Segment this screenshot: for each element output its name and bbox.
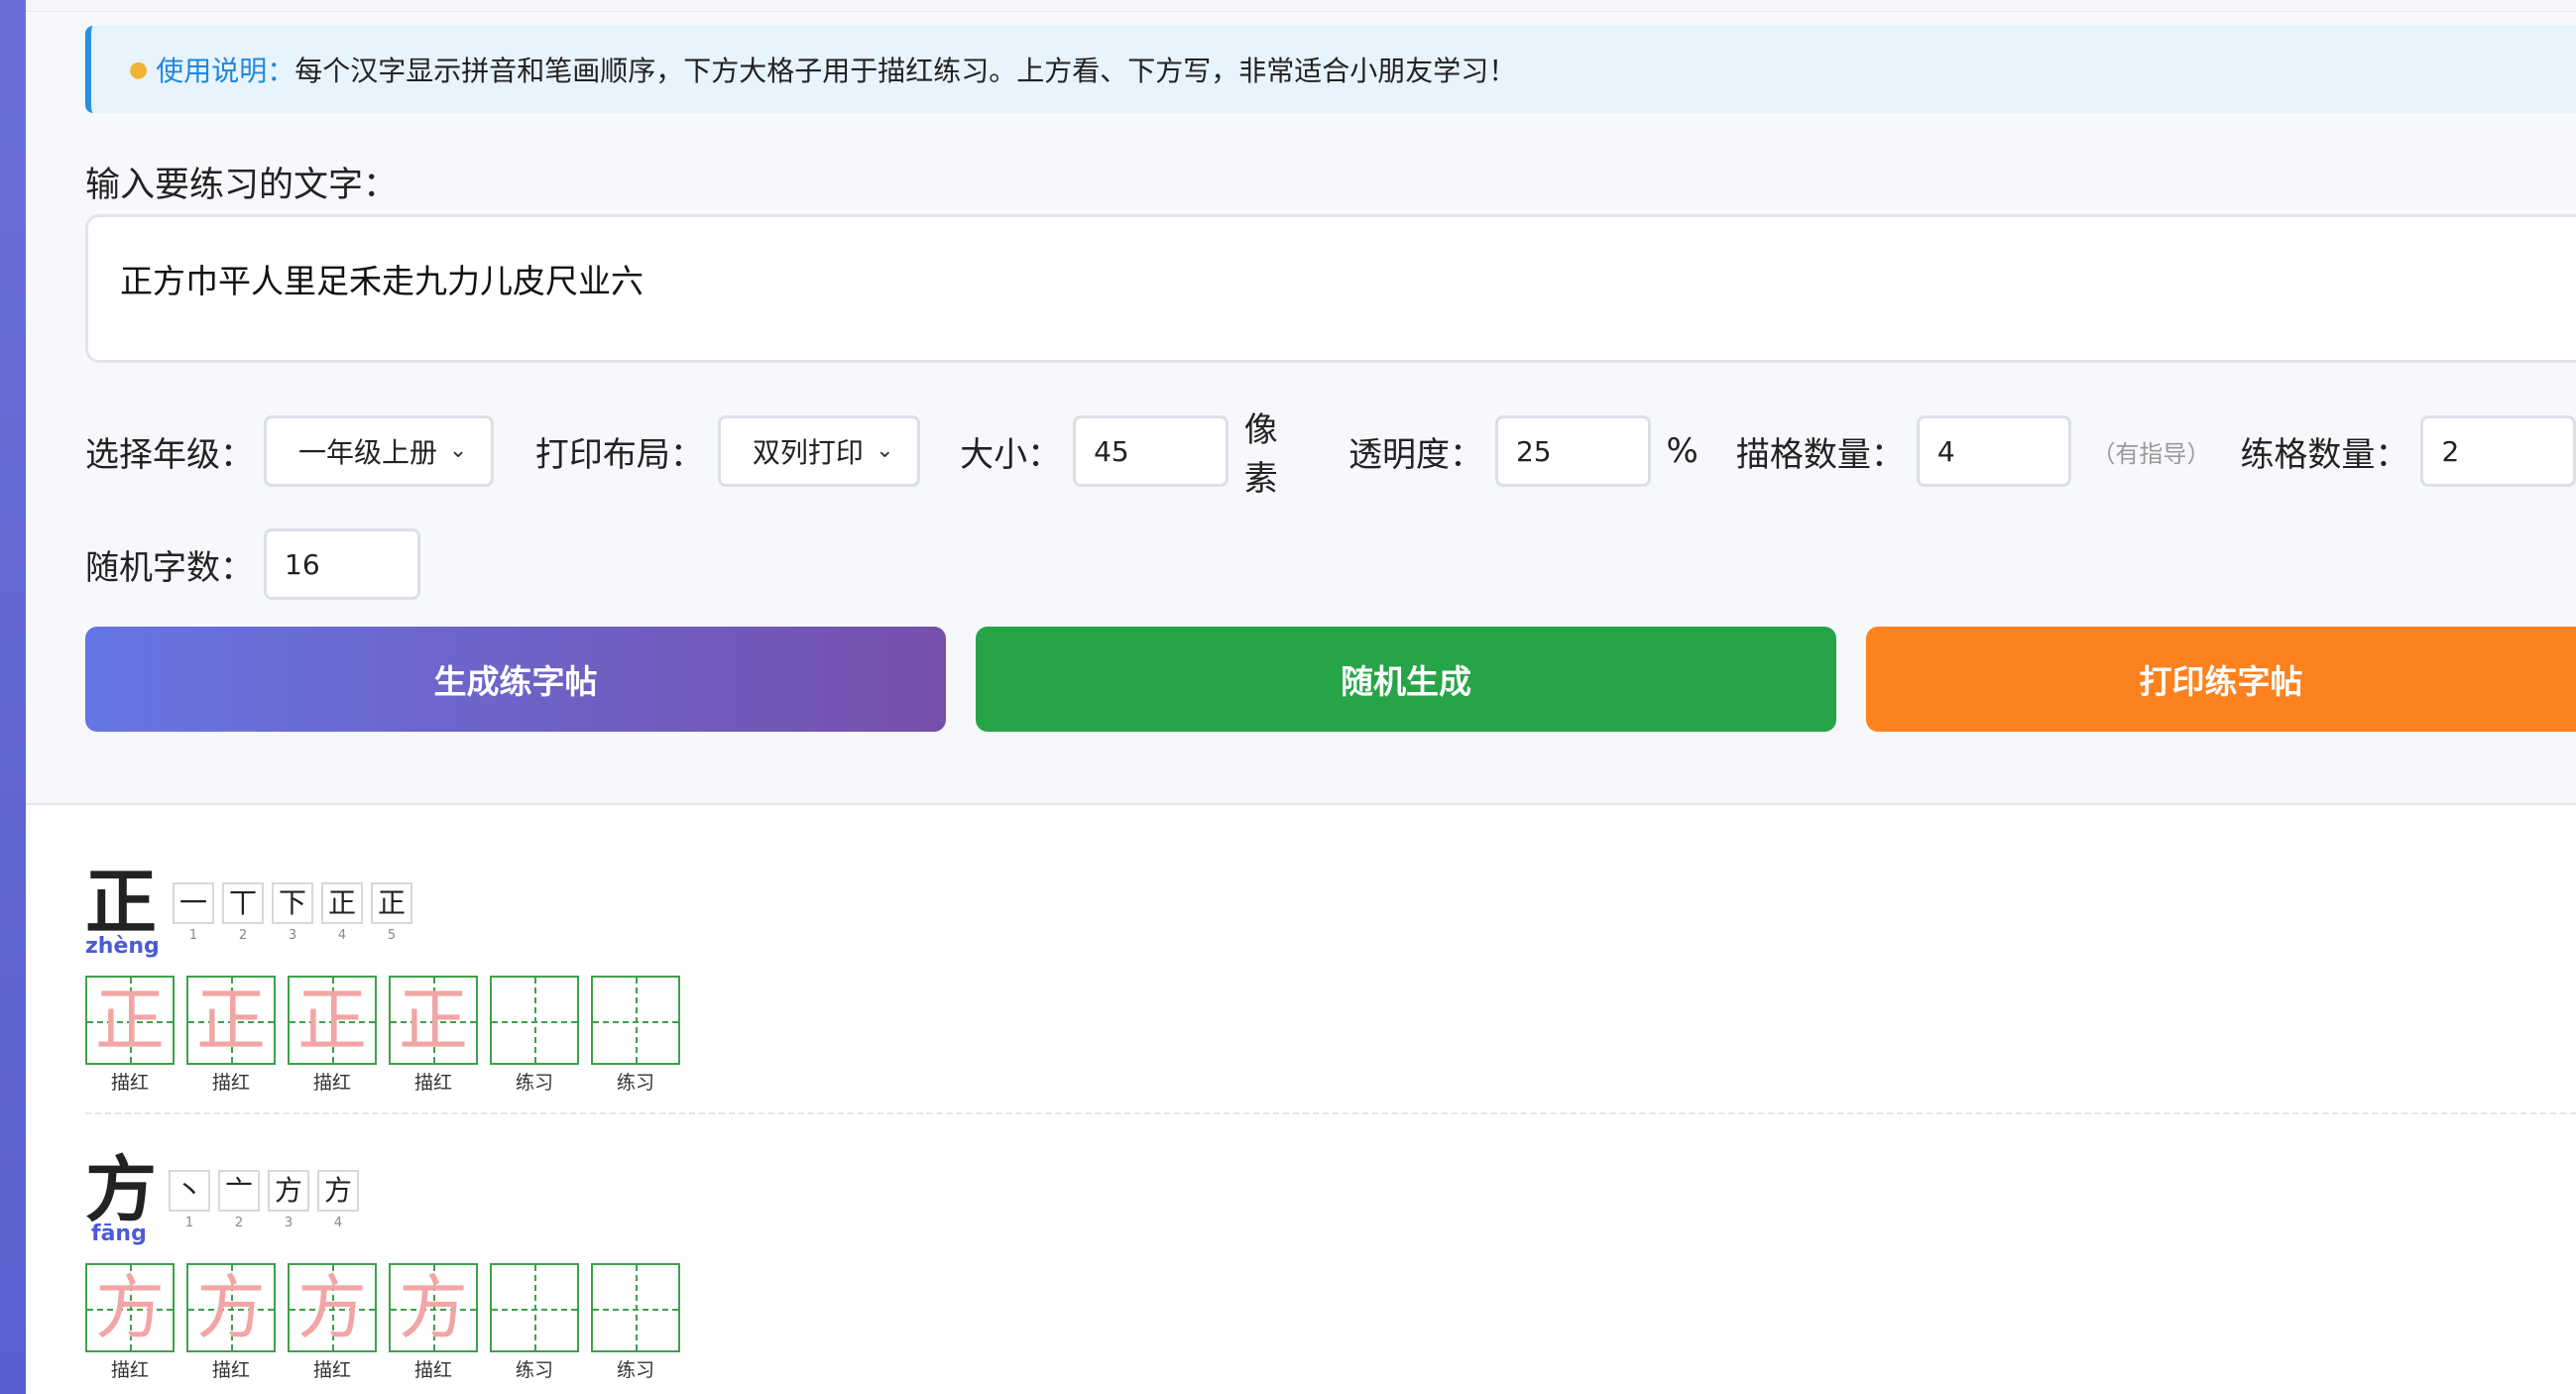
practice-cell <box>591 976 680 1065</box>
stroke-step: 正 <box>321 882 363 924</box>
layout-select-value: 双列打印 <box>752 436 864 469</box>
practice-cell <box>591 1263 680 1352</box>
grade-select-value: 一年级上册 <box>298 436 438 469</box>
stroke-number: 5 <box>387 928 397 943</box>
character-display: 方 <box>85 1148 158 1231</box>
ghost-character: 方 <box>399 1267 468 1348</box>
practice-cell-label: 练习 <box>616 1072 654 1094</box>
chevron-down-icon: ⌄ <box>876 438 894 463</box>
trace-cell: 方 <box>288 1263 377 1352</box>
ghost-character: 正 <box>399 980 468 1061</box>
stroke-step: 方 <box>317 1170 359 1212</box>
trace-cell-label: 描红 <box>211 1359 250 1381</box>
practice-count-label: 练格数量： <box>2240 434 2409 475</box>
character-separator <box>85 1112 2576 1114</box>
practice-text-input[interactable]: 正方巾平人里足禾走九力儿皮尺业六 <box>85 214 2576 363</box>
left-accent-strip <box>0 0 26 1394</box>
ghost-character: 正 <box>95 980 165 1061</box>
trace-cell: 正 <box>85 976 175 1065</box>
trace-cell-label: 描红 <box>413 1359 452 1381</box>
ghost-character: 方 <box>297 1267 367 1348</box>
practice-cell-label: 练习 <box>616 1359 654 1381</box>
trace-cell: 正 <box>389 976 478 1065</box>
trace-cell: 方 <box>389 1263 478 1352</box>
stroke-number: 3 <box>288 928 297 943</box>
ghost-character: 方 <box>95 1267 165 1348</box>
trace-cell-label: 描红 <box>413 1072 452 1094</box>
notice-text: 每个汉字显示拼音和笔画顺序，下方大格子用于描红练习。上方看、下方写，非常适合小朋… <box>294 55 1517 87</box>
trace-cell: 正 <box>186 976 276 1065</box>
stroke-number: 2 <box>234 1216 244 1230</box>
trace-cell-label: 描红 <box>312 1359 351 1381</box>
size-input[interactable]: 45 <box>1073 415 1229 487</box>
practice-cell <box>490 976 579 1065</box>
trace-cell: 正 <box>288 976 377 1065</box>
top-divider <box>26 0 2576 12</box>
random-generate-button[interactable]: 随机生成 <box>976 627 1836 732</box>
stroke-number: 1 <box>188 928 198 943</box>
stroke-number: 1 <box>184 1216 194 1230</box>
trace-cell-label: 描红 <box>110 1359 149 1381</box>
pinyin-label: fāng <box>91 1221 147 1246</box>
grade-label: 选择年级： <box>85 434 254 475</box>
stroke-number: 4 <box>333 1216 343 1230</box>
opacity-unit: % <box>1666 431 1698 471</box>
character-display: 正 <box>85 861 158 944</box>
stroke-step: 丅 <box>222 882 264 924</box>
practice-cell <box>490 1263 579 1352</box>
generate-button[interactable]: 生成练字帖 <box>85 627 946 732</box>
stroke-number: 2 <box>238 928 248 943</box>
practice-count-input[interactable]: 2 <box>2420 415 2576 487</box>
practice-cell-label: 练习 <box>515 1072 553 1094</box>
ghost-character: 正 <box>297 980 367 1061</box>
stroke-step: 正 <box>371 882 412 924</box>
stroke-number: 4 <box>337 928 347 943</box>
print-button[interactable]: 打印练字帖 <box>1866 627 2576 732</box>
random-count-label: 随机字数： <box>85 547 254 588</box>
text-input-label: 输入要练习的文字： <box>85 166 399 205</box>
notice-title: 使用说明： <box>156 55 295 87</box>
options-row-1: 选择年级： 一年级上册 ⌄ 打印布局： 双列打印 ⌄ 大小： 45 像素 透明度… <box>85 410 2576 499</box>
stroke-step: 丶 <box>169 1170 210 1212</box>
stroke-step: 亠 <box>218 1170 260 1212</box>
options-row-2: 随机字数： 16 <box>85 527 420 601</box>
chevron-down-icon: ⌄ <box>448 438 468 463</box>
trace-count-input[interactable]: 4 <box>1916 415 2072 487</box>
usage-notice: ● 使用说明： 每个汉字显示拼音和笔画顺序，下方大格子用于描红练习。上方看、下方… <box>85 26 2576 113</box>
layout-select[interactable]: 双列打印 ⌄ <box>717 415 921 487</box>
stroke-number: 3 <box>284 1216 293 1230</box>
size-unit: 像素 <box>1243 410 1278 499</box>
trace-hint: （有指导） <box>2091 439 2211 468</box>
grade-select[interactable]: 一年级上册 ⌄ <box>264 415 494 487</box>
trace-count-label: 描格数量： <box>1735 434 1905 475</box>
trace-cell-label: 描红 <box>110 1072 149 1094</box>
ghost-character: 正 <box>196 980 266 1061</box>
stroke-step: 一 <box>173 882 214 924</box>
practice-cell-label: 练习 <box>515 1359 553 1381</box>
trace-cell: 方 <box>85 1263 175 1352</box>
opacity-label: 透明度： <box>1347 434 1483 475</box>
pinyin-label: zhèng <box>85 934 160 959</box>
random-count-input[interactable]: 16 <box>264 528 420 600</box>
layout-label: 打印布局： <box>534 434 704 475</box>
stroke-step: 方 <box>268 1170 309 1212</box>
trace-cell-label: 描红 <box>211 1072 250 1094</box>
stroke-step: 下 <box>272 882 313 924</box>
bulb-icon: ● <box>129 57 149 82</box>
trace-cell: 方 <box>186 1263 276 1352</box>
trace-cell-label: 描红 <box>312 1072 351 1094</box>
opacity-input[interactable]: 25 <box>1494 415 1651 487</box>
ghost-character: 方 <box>196 1267 266 1348</box>
size-label: 大小： <box>960 434 1062 475</box>
